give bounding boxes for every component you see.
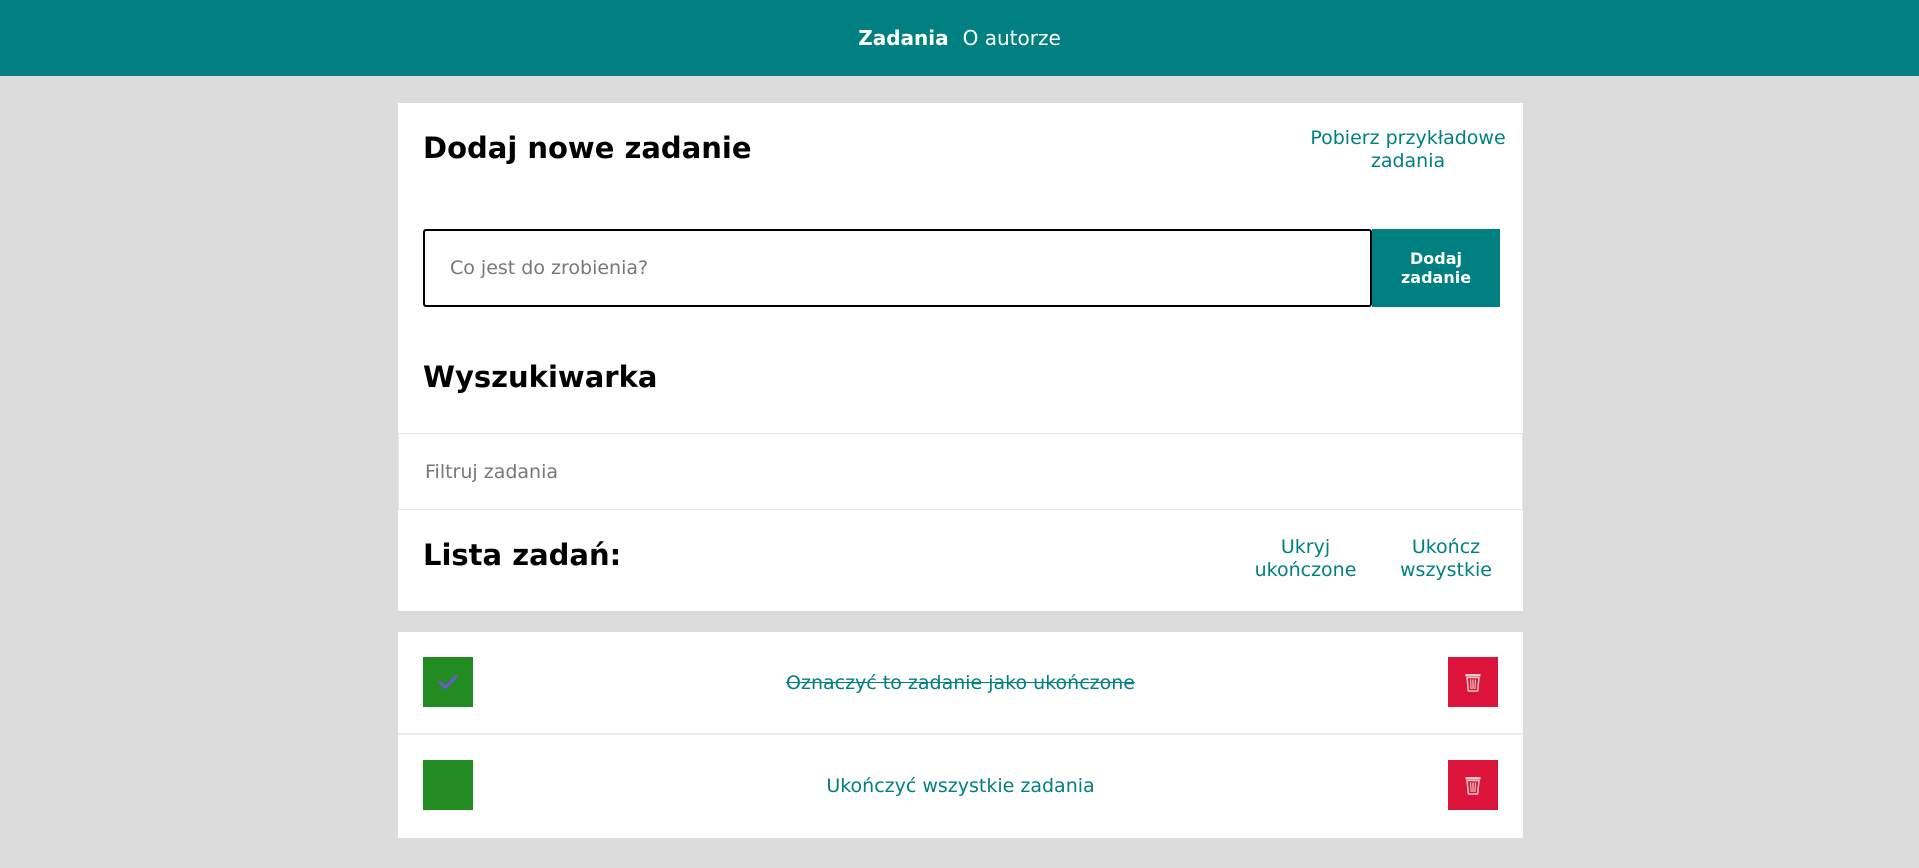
filter-tasks-input[interactable] [398, 433, 1523, 510]
trash-icon [1465, 674, 1481, 692]
task-row: Ukończyć wszystkie zadania [398, 733, 1523, 834]
delete-task-button[interactable] [1448, 760, 1498, 810]
task-text[interactable]: Ukończyć wszystkie zadania [498, 735, 1423, 836]
load-sample-tasks-link[interactable]: Pobierz przykładowe zadania [1303, 127, 1513, 173]
task-text[interactable]: Oznaczyć to zadanie jako ukończone [498, 632, 1423, 733]
delete-task-button[interactable] [1448, 657, 1498, 707]
task-row: Oznaczyć to zadanie jako ukończone [398, 632, 1523, 733]
checkmark-icon [438, 674, 458, 690]
add-task-button[interactable]: Dodaj zadanie [1372, 229, 1500, 307]
trash-icon [1465, 777, 1481, 795]
task-management-panel: Dodaj nowe zadanie Pobierz przykładowe z… [398, 103, 1523, 611]
task-list: Oznaczyć to zadanie jako ukończone Ukońc… [398, 632, 1523, 838]
complete-all-link[interactable]: Ukończ wszystkie [1396, 536, 1496, 582]
task-complete-checkbox[interactable] [423, 657, 473, 707]
new-task-input[interactable] [423, 229, 1372, 307]
task-list-heading: Lista zadań: [423, 538, 622, 572]
top-navigation-bar: Zadania O autorze [0, 0, 1919, 76]
add-task-heading: Dodaj nowe zadanie [423, 131, 752, 165]
nav-link-tasks[interactable]: Zadania [858, 26, 948, 50]
hide-completed-link[interactable]: Ukryj ukończone [1248, 536, 1363, 582]
task-complete-checkbox[interactable] [423, 760, 473, 810]
search-heading: Wyszukiwarka [423, 360, 658, 394]
nav-link-about[interactable]: O autorze [963, 26, 1061, 50]
